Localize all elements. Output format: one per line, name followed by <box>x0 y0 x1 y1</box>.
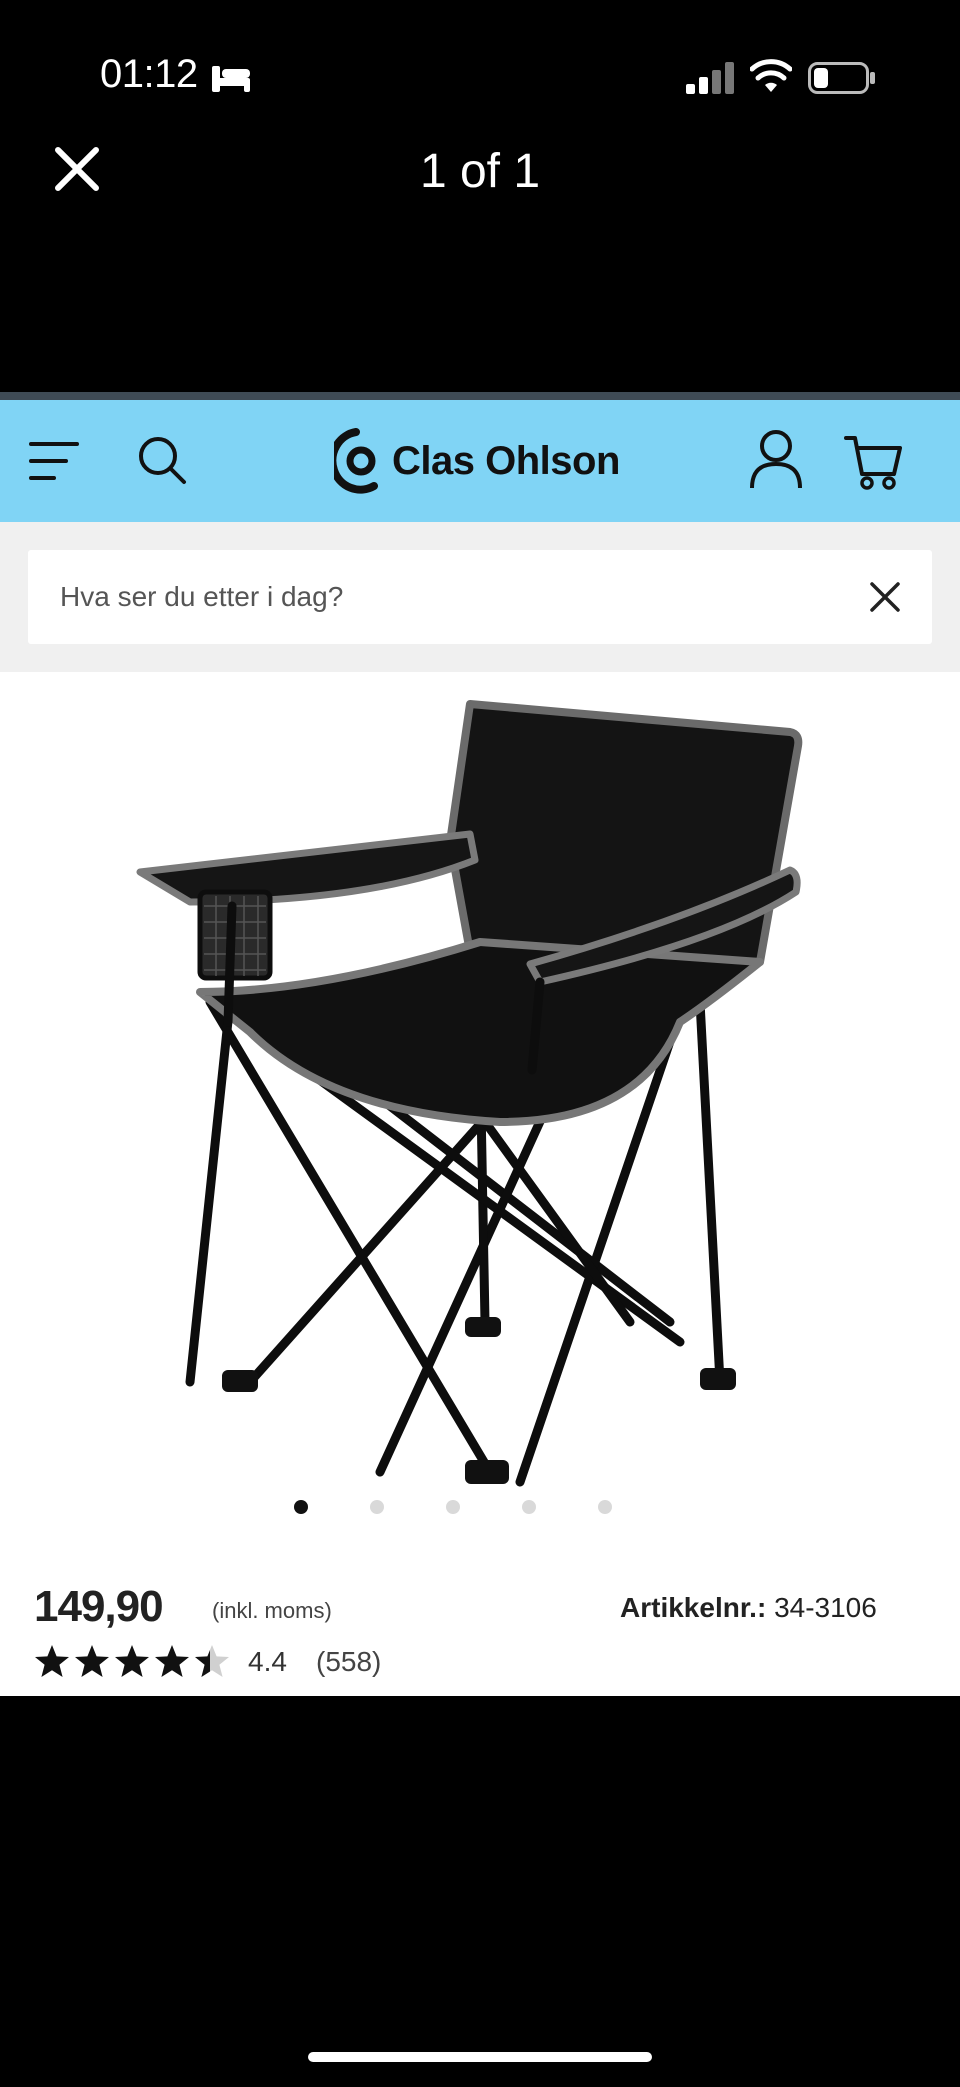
star-icon <box>155 1645 189 1677</box>
carousel-dot[interactable] <box>598 1500 612 1514</box>
article-number: Artikkelnr.: 34-3106 <box>620 1592 877 1624</box>
product-page-screenshot: Clas Ohlson Hva ser du etter i dag? 149,… <box>0 392 960 1696</box>
review-count[interactable]: (558) <box>316 1646 381 1678</box>
status-time: 01:12 <box>100 52 198 96</box>
cart-icon[interactable] <box>844 430 904 490</box>
search-box[interactable] <box>28 550 932 644</box>
wifi-icon <box>750 59 792 92</box>
product-price: 149,90 <box>34 1582 164 1631</box>
partial-star-icon <box>195 1645 229 1677</box>
cellular-signal-icon <box>686 62 734 94</box>
search-icon[interactable] <box>136 434 188 486</box>
bed-icon <box>212 66 250 92</box>
search-input[interactable] <box>60 550 840 644</box>
star-icon <box>75 1645 109 1677</box>
image-carousel-dots <box>0 1492 960 1522</box>
article-number-label: Artikkelnr.: <box>620 1592 767 1623</box>
battery-icon <box>808 62 875 94</box>
price-vat-note: (inkl. moms) <box>212 1598 332 1623</box>
user-icon[interactable] <box>748 428 804 490</box>
search-area <box>0 522 960 672</box>
rating-value: 4.4 <box>248 1646 287 1677</box>
site-header: Clas Ohlson <box>0 400 960 522</box>
viewer-title: 1 of 1 <box>419 145 541 198</box>
carousel-dot[interactable] <box>522 1500 536 1514</box>
star-icon <box>35 1645 69 1677</box>
brand-name: Clas Ohlson <box>392 438 620 483</box>
star-rating[interactable] <box>34 1644 230 1678</box>
star-icon <box>115 1645 149 1677</box>
carousel-dot[interactable] <box>294 1500 308 1514</box>
carousel-dot[interactable] <box>370 1500 384 1514</box>
brand-home-link[interactable]: Clas Ohlson <box>334 426 620 496</box>
product-image[interactable] <box>120 692 840 1492</box>
article-number-value: 34-3106 <box>774 1592 877 1623</box>
carousel-dot[interactable] <box>446 1500 460 1514</box>
top-divider <box>0 392 960 400</box>
home-indicator[interactable] <box>308 2052 652 2062</box>
hamburger-menu-icon[interactable] <box>28 438 80 484</box>
clear-search-icon[interactable] <box>866 578 904 616</box>
brand-logo <box>334 428 378 494</box>
